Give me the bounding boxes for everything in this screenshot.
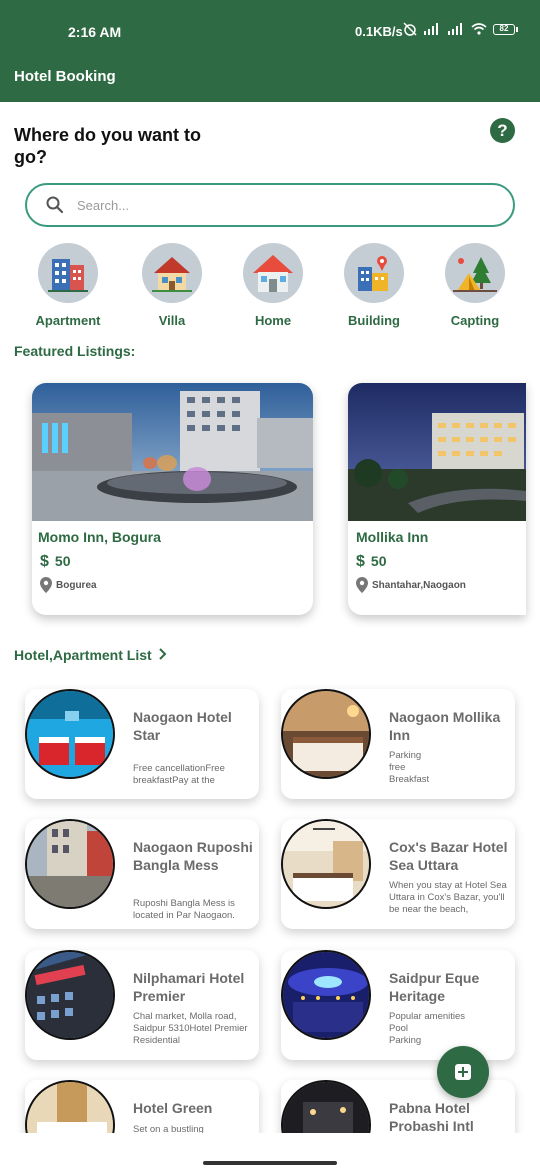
search-bar[interactable] [25,183,515,227]
category-label: Building [348,313,400,328]
category-label: Home [254,313,292,328]
hotel-name: Saidpur Eque Heritage [389,970,480,1004]
featured-price: $50 [40,553,70,571]
hotel-thumbnail [281,689,371,779]
featured-location: Shantahar,Naogaon [356,577,466,593]
dollar-icon: $ [356,553,365,570]
location-text: Bogurea [56,579,97,591]
battery-icon: 82 [493,23,518,35]
add-button[interactable] [437,1046,489,1098]
help-icon[interactable]: ? [490,118,515,143]
hotel-description: Chal market, Molla road, Saidpur 5310Hot… [133,1011,248,1046]
hotel-card[interactable]: Cox's Bazar Hotel Sea Uttara When you st… [281,819,515,929]
category-home[interactable]: Home [223,243,323,328]
add-icon [455,1064,471,1080]
hotel-card[interactable]: Naogaon Ruposhi Bangla Mess Ruposhi Bang… [25,819,259,929]
category-label: Apartment [35,313,101,328]
hotel-name: Naogaon Ruposhi Bangla Mess [133,839,253,873]
hotel-list-link[interactable]: Hotel,Apartment List [14,647,168,663]
category-row: Apartment Villa Home Building Capting [0,243,540,333]
alarm-off-icon [403,22,417,36]
location-pin-icon [40,577,52,593]
wifi-icon [471,23,487,35]
villa-icon [142,243,202,303]
dollar-icon: $ [40,553,49,570]
apartment-icon [38,243,98,303]
hotel-name: Hotel Green [133,1100,213,1116]
hotel-thumbnail [25,819,115,909]
signal-icon [424,23,438,35]
building-icon [344,243,404,303]
featured-location: Bogurea [40,577,97,593]
category-building[interactable]: Building [324,243,424,328]
hotel-thumbnail [25,689,115,779]
search-input[interactable] [77,193,497,217]
network-speed: 0.1KB/s [355,24,403,39]
hotel-description: Popular amenities Pool Parking [389,1011,466,1046]
hotel-description: Free cancellationFree breakfastPay at th… [133,763,225,786]
hotel-list-title: Hotel,Apartment List [14,647,152,663]
hotel-name: Naogaon Hotel Star [133,709,232,743]
hotel-description: When you stay at Hotel Sea Uttara in Cox… [389,880,507,915]
hotel-card[interactable]: Naogaon Mollika Inn Parking free Breakfa… [281,689,515,799]
category-label: Capting [450,313,500,328]
status-bar: 2:16 AM 0.1KB/s 82 [0,0,540,60]
home-icon [243,243,303,303]
app-title: Hotel Booking [14,68,116,85]
hotel-thumbnail [281,950,371,1040]
featured-price: $50 [356,553,386,571]
category-camping[interactable]: Capting [425,243,525,328]
signal-icon [448,23,462,35]
search-icon [46,196,64,214]
app-bar: Hotel Booking [0,60,540,102]
status-icons: 82 [403,22,518,36]
hotel-thumbnail [25,950,115,1040]
hotel-name: Cox's Bazar Hotel Sea Uttara [389,839,508,873]
featured-card[interactable]: Momo Inn, Bogura $50 Bogurea [32,383,313,615]
featured-name: Momo Inn, Bogura [38,529,161,545]
hotel-description: Ruposhi Bangla Mess is located in Par Na… [133,898,235,921]
featured-title: Featured Listings: [14,343,136,359]
hotel-card[interactable]: Nilphamari Hotel Premier Chal market, Mo… [25,950,259,1060]
hotel-name: Pabna Hotel Probashi Intl [389,1100,474,1134]
category-label: Villa [158,313,186,328]
hotel-thumbnail [281,819,371,909]
featured-card[interactable]: Mollika Inn $50 Shantahar,Naogaon [348,383,526,615]
hotel-card[interactable]: Naogaon Hotel Star Free cancellationFree… [25,689,259,799]
location-text: Shantahar,Naogaon [372,579,466,591]
chevron-right-icon [158,648,166,660]
hotel-photo [348,383,526,521]
location-pin-icon [356,577,368,593]
category-villa[interactable]: Villa [122,243,222,328]
hotel-name: Naogaon Mollika Inn [389,709,501,743]
page-title: Where do you want to go? [14,125,201,167]
featured-name: Mollika Inn [356,529,429,545]
hotel-card[interactable]: Saidpur Eque Heritage Popular amenities … [281,950,515,1060]
price-value: 50 [370,553,387,569]
category-apartment[interactable]: Apartment [18,243,118,328]
home-indicator[interactable] [203,1161,337,1165]
camping-icon [445,243,505,303]
hotel-name: Nilphamari Hotel Premier [133,970,245,1004]
price-value: 50 [54,553,71,569]
hotel-description: Parking free Breakfast [389,750,430,785]
hotel-photo [32,383,313,521]
status-time: 2:16 AM [68,24,122,40]
